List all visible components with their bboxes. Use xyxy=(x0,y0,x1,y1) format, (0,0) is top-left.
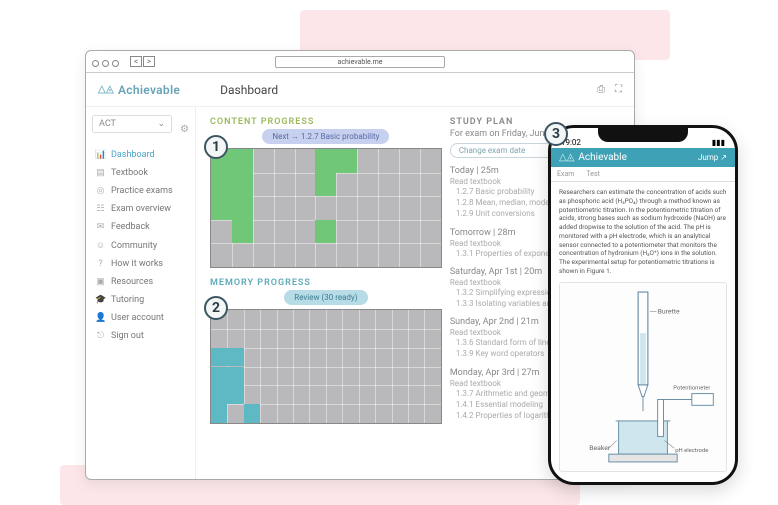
battery-icon: ▮▮▮ xyxy=(712,138,725,147)
sidebar-item-tutoring[interactable]: 🎓 Tutoring xyxy=(92,291,189,309)
sidebar-item-label: How it works xyxy=(111,259,163,269)
callout-3: 3 xyxy=(544,122,568,146)
sidebar-item-sign-out[interactable]: ⎋ Sign out xyxy=(92,327,189,345)
logo-mark-icon: △◬ xyxy=(98,84,114,95)
content-progress-title: CONTENT PROGRESS xyxy=(210,117,314,127)
callout-1: 1 xyxy=(204,135,228,159)
memory-progress-chart[interactable] xyxy=(210,309,442,424)
comment-icon: ✉ xyxy=(95,222,106,232)
phone-tabs: Exam Test xyxy=(551,167,735,182)
sidebar-item-label: Resources xyxy=(111,277,153,287)
app-header: △◬ Achievable Dashboard ⎙ ⛶ xyxy=(86,73,634,107)
sidebar-item-user-account[interactable]: 👤 User account xyxy=(92,309,189,327)
phone-app-bar: △◬ Achievable Jump ↗ xyxy=(551,148,735,167)
brand-logo[interactable]: △◬ Achievable xyxy=(98,83,180,97)
phone-passage: Researchers can estimate the concentrati… xyxy=(559,188,727,276)
book-icon: ▤ xyxy=(95,168,106,178)
exit-icon: ⎋ xyxy=(95,331,106,341)
nav-buttons[interactable]: <> xyxy=(130,56,155,67)
page-title: Dashboard xyxy=(220,83,278,97)
people-icon: ☺ xyxy=(95,240,106,251)
review-button[interactable]: Review (30 ready) xyxy=(284,290,367,305)
next-chapter-button[interactable]: Next → 1.2.7 Basic probability xyxy=(262,129,389,144)
phone-tab-test[interactable]: Test xyxy=(580,167,605,181)
sidebar-item-label: Sign out xyxy=(111,331,144,341)
folder-icon: ▣ xyxy=(95,277,106,287)
sidebar-item-community[interactable]: ☺ Community xyxy=(92,236,189,255)
sidebar-item-label: Textbook xyxy=(111,168,148,178)
sidebar-item-label: Practice exams xyxy=(111,186,173,196)
sidebar-item-label: User account xyxy=(111,313,164,323)
grad-icon: 🎓 xyxy=(95,295,106,305)
sidebar-item-label: Community xyxy=(111,241,157,251)
phone-notch xyxy=(598,128,688,142)
svg-text:Beaker: Beaker xyxy=(589,444,611,452)
target-icon: ◎ xyxy=(95,186,106,196)
sidebar-item-label: Exam overview xyxy=(111,204,171,214)
calendar-icon: ☷ xyxy=(95,204,106,214)
sidebar-item-textbook[interactable]: ▤ Textbook xyxy=(92,164,189,182)
content-progress-chart[interactable] xyxy=(210,148,442,268)
sidebar-item-dashboard[interactable]: 📊 Dashboard xyxy=(92,146,189,164)
window-controls[interactable] xyxy=(92,52,122,71)
url-bar[interactable]: achievable.me xyxy=(275,56,445,68)
svg-text:Burette: Burette xyxy=(658,307,680,315)
sidebar-item-label: Feedback xyxy=(111,222,150,232)
chevron-down-icon: ⌄ xyxy=(157,119,165,129)
phone-brand: Achievable xyxy=(578,152,627,163)
sidebar-item-how-it-works[interactable]: ? How it works xyxy=(92,255,189,273)
sidebar-item-label: Tutoring xyxy=(111,295,144,305)
logo-mark-icon: △◬ xyxy=(559,152,574,163)
jump-button[interactable]: Jump ↗ xyxy=(698,153,727,162)
svg-text:pH electrode: pH electrode xyxy=(675,448,708,454)
phone-diagram: Burette Beaker Potentiometer pH electrod… xyxy=(559,282,727,472)
sidebar: ACT ⌄ ⚙ 📊 Dashboard ▤ Textbook ◎ Practice exa… xyxy=(86,107,196,479)
sidebar-item-exam-overview[interactable]: ☷ Exam overview xyxy=(92,200,189,218)
content-progress-card: CONTENT PROGRESS Next → 1.2.7 Basic prob… xyxy=(210,117,442,268)
brand-name: Achievable xyxy=(118,83,180,97)
course-label: ACT xyxy=(99,119,116,129)
memory-progress-card: MEMORY PROGRESS Review (30 ready) 2 xyxy=(210,278,442,424)
user-icon: 👤 xyxy=(95,313,106,323)
sidebar-item-label: Dashboard xyxy=(111,150,155,160)
browser-chrome: <> achievable.me xyxy=(86,51,634,73)
sidebar-item-feedback[interactable]: ✉ Feedback xyxy=(92,218,189,236)
gear-icon[interactable]: ⚙ xyxy=(180,124,189,135)
question-icon: ? xyxy=(95,259,106,269)
course-select[interactable]: ACT ⌄ xyxy=(92,115,172,133)
memory-progress-title: MEMORY PROGRESS xyxy=(210,278,311,288)
chart-icon: 📊 xyxy=(95,150,106,160)
callout-2: 2 xyxy=(204,296,228,320)
phone-tab-exam[interactable]: Exam xyxy=(551,167,580,181)
phone-mockup: 19:02 ▮▮▮ △◬Achievable Jump ↗ Exam Test … xyxy=(548,125,738,485)
sidebar-item-resources[interactable]: ▣ Resources xyxy=(92,273,189,291)
sidebar-item-practice-exams[interactable]: ◎ Practice exams xyxy=(92,182,189,200)
fullscreen-icon[interactable]: ⛶ xyxy=(615,84,622,95)
print-icon[interactable]: ⎙ xyxy=(597,84,605,95)
svg-text:Potentiometer: Potentiometer xyxy=(673,385,710,391)
